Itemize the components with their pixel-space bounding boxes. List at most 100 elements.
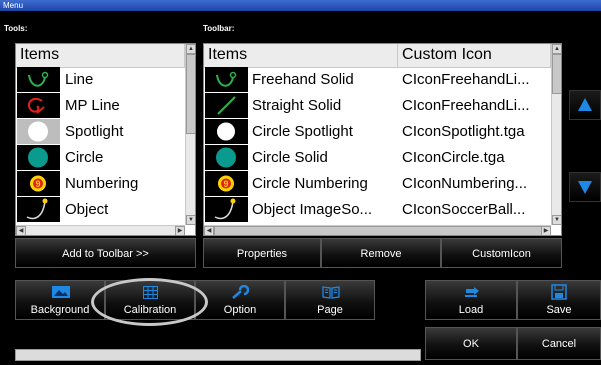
calibration-button[interactable]: Calibration — [105, 280, 195, 320]
scroll-down-icon[interactable]: ▼ — [552, 215, 561, 225]
custom-icon-button[interactable]: CustomIcon — [441, 238, 562, 268]
list-item[interactable]: 9 Numbering — [16, 171, 185, 197]
table-row[interactable]: Freehand Solid CIconFreehandLi... — [204, 67, 551, 93]
toolbar-item-label: Circle Numbering — [252, 175, 368, 192]
object-icon — [17, 197, 60, 222]
window-title: Menu — [0, 0, 601, 11]
scroll-thumb[interactable] — [186, 54, 195, 134]
toolbar-vertical-scrollbar[interactable]: ▲ ▼ — [551, 44, 561, 225]
toolbar-list[interactable]: Items Custom Icon Freehand Solid CIconFr… — [203, 43, 562, 236]
scroll-up-icon[interactable]: ▲ — [186, 44, 195, 54]
load-label: Load — [458, 304, 484, 316]
table-row[interactable]: 9 Circle Numbering CIconNumbering... — [204, 171, 551, 197]
list-item-label: Circle — [65, 149, 104, 166]
tools-horizontal-scrollbar[interactable]: ◀ ▶ — [16, 225, 185, 235]
add-to-toolbar-button[interactable]: Add to Toolbar >> — [15, 238, 196, 268]
tools-list[interactable]: Items Line MP Line Spotlight Circle 9 Nu… — [15, 43, 196, 236]
list-item-label: Numbering — [65, 175, 139, 192]
tools-header-items[interactable]: Items — [16, 44, 185, 67]
table-row[interactable]: Object ImageSo... CIconSoccerBall... — [204, 197, 551, 223]
cancel-button[interactable]: Cancel — [517, 327, 601, 360]
numbering-icon: 9 — [205, 171, 248, 196]
background-button[interactable]: Background — [15, 280, 105, 320]
page-button[interactable]: Page — [285, 280, 375, 320]
toolbar-item-label: Straight Solid — [252, 97, 342, 114]
mp-line-icon — [17, 93, 60, 118]
move-up-button[interactable] — [569, 90, 601, 120]
curved-line-icon — [205, 67, 248, 92]
toolbar-icon-file: CIconFreehandLi... — [402, 97, 530, 114]
circle-icon — [17, 145, 60, 170]
list-item[interactable]: Line — [16, 67, 185, 93]
grid-icon — [143, 286, 158, 299]
tools-label: Tools: — [4, 24, 28, 33]
option-label: Option — [223, 304, 257, 316]
toolbar-icon-file: CIconFreehandLi... — [402, 71, 530, 88]
ok-button[interactable]: OK — [425, 327, 517, 360]
scroll-right-icon[interactable]: ▶ — [541, 226, 551, 235]
spotlight-icon — [17, 119, 60, 144]
custom-icon-label: CustomIcon — [472, 248, 531, 260]
remove-button[interactable]: Remove — [321, 238, 441, 268]
scroll-right-icon[interactable]: ▶ — [175, 226, 185, 235]
scroll-left-icon[interactable]: ◀ — [204, 226, 214, 235]
save-label: Save — [546, 304, 572, 316]
list-item[interactable]: Object — [16, 197, 185, 223]
toolbar-label: Toolbar: — [203, 24, 235, 33]
toolbar-icon-file: CIconCircle.tga — [402, 149, 505, 166]
scroll-left-icon[interactable]: ◀ — [16, 226, 26, 235]
number-glyph: 9 — [223, 179, 228, 189]
list-item[interactable]: MP Line — [16, 93, 185, 119]
scroll-thumb[interactable] — [214, 226, 544, 235]
move-down-button[interactable] — [569, 172, 601, 202]
progress-bar — [15, 349, 421, 361]
toolbar-item-label: Circle Solid — [252, 149, 328, 166]
table-row[interactable]: Straight Solid CIconFreehandLi... — [204, 93, 551, 119]
background-label: Background — [30, 304, 90, 316]
table-row[interactable]: Circle Solid CIconCircle.tga — [204, 145, 551, 171]
object-icon — [205, 197, 248, 222]
list-item-label: Spotlight — [65, 123, 124, 140]
image-icon — [52, 286, 70, 298]
toolbar-header[interactable]: Items Custom Icon — [204, 44, 551, 68]
ok-label: OK — [463, 338, 479, 350]
toolbar-header-custom-icon[interactable]: Custom Icon — [398, 44, 551, 67]
list-item[interactable]: Spotlight — [16, 119, 185, 145]
list-item-label: Line — [65, 71, 94, 88]
save-button[interactable]: Save — [517, 280, 601, 320]
arrow-down-icon — [578, 181, 592, 194]
toolbar-horizontal-scrollbar[interactable]: ◀ ▶ — [204, 225, 551, 235]
scroll-down-icon[interactable]: ▼ — [186, 215, 195, 225]
tools-vertical-scrollbar[interactable]: ▲ ▼ — [185, 44, 195, 225]
list-item[interactable]: Circle — [16, 145, 185, 171]
toolbar-icon-file: CIconNumbering... — [402, 175, 528, 192]
toolbar-item-label: Object ImageSo... — [252, 201, 373, 218]
remove-label: Remove — [360, 248, 402, 260]
toolbar-icon-file: CIconSoccerBall... — [402, 201, 526, 218]
list-item-label: Object — [65, 201, 109, 218]
properties-button[interactable]: Properties — [203, 238, 321, 268]
spotlight-icon — [205, 119, 248, 144]
curved-line-icon — [17, 67, 60, 92]
wrench-icon — [232, 285, 249, 299]
add-to-toolbar-label: Add to Toolbar >> — [62, 248, 149, 260]
table-row[interactable]: Circle Spotlight CIconSpotlight.tga — [204, 119, 551, 145]
straight-line-icon — [205, 93, 248, 118]
calibration-label: Calibration — [123, 304, 177, 316]
scroll-thumb[interactable] — [552, 54, 561, 94]
scroll-up-icon[interactable]: ▲ — [552, 44, 561, 54]
toolbar-item-label: Circle Spotlight — [252, 123, 353, 140]
page-label: Page — [317, 304, 343, 316]
book-icon — [322, 286, 340, 299]
toolbar-header-items[interactable]: Items — [204, 44, 398, 67]
toolbar-icon-file: CIconSpotlight.tga — [402, 123, 525, 140]
properties-label: Properties — [236, 248, 288, 260]
list-item-label: MP Line — [65, 97, 120, 114]
option-button[interactable]: Option — [195, 280, 285, 320]
numbering-icon: 9 — [17, 171, 60, 196]
toolbar-item-label: Freehand Solid — [252, 71, 354, 88]
load-button[interactable]: Load — [425, 280, 517, 320]
tools-header[interactable]: Items — [16, 44, 185, 68]
floppy-disk-icon — [551, 284, 567, 300]
arrow-up-icon — [578, 98, 592, 111]
